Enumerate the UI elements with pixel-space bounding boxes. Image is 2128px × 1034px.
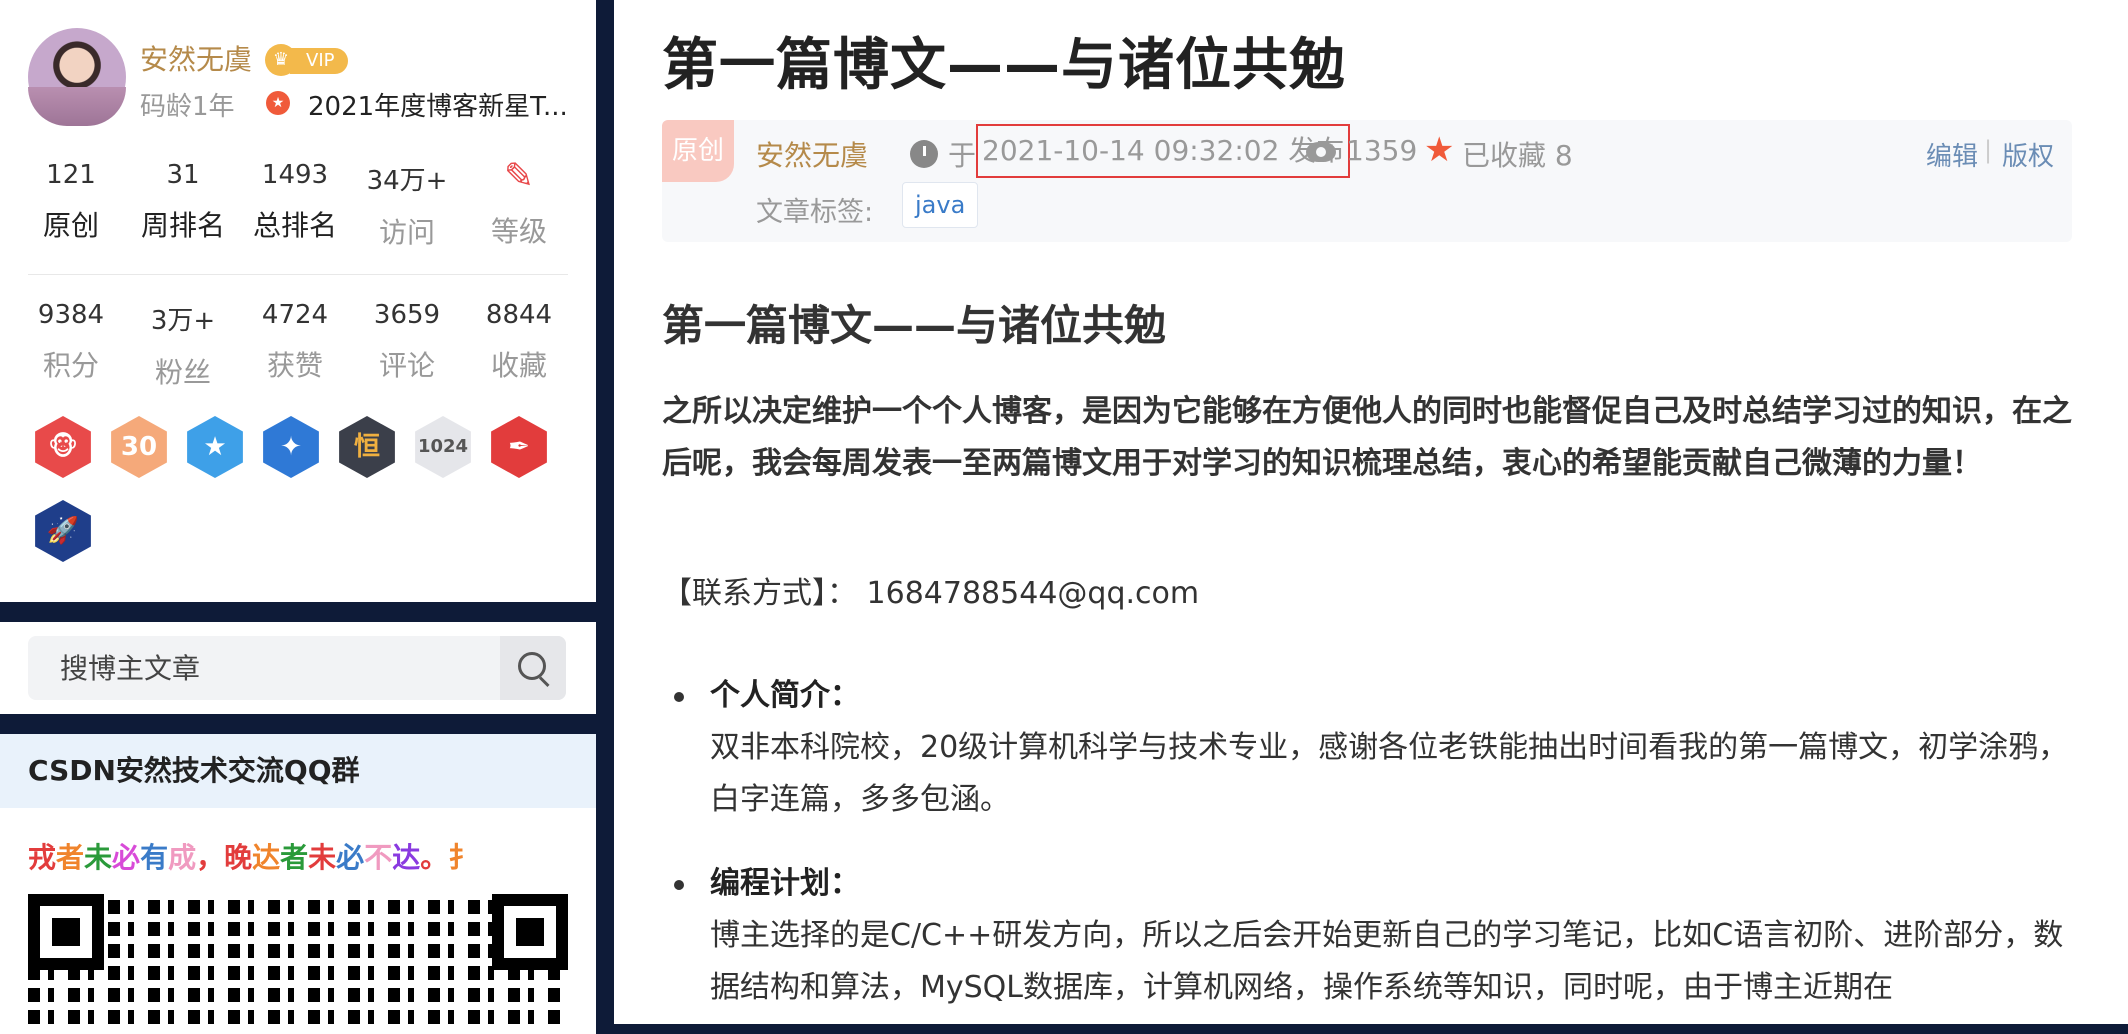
section-body: 博主选择的是C/C++研发方向，所以之后会开始更新自己的学习笔记，比如C语言初阶… — [710, 918, 2064, 1005]
stat-label: 访问 — [378, 216, 435, 249]
copyright-link[interactable]: 版权 — [2002, 136, 2054, 173]
section-body: 双非本科院校，20级计算机科学与技术专业，感谢各位老铁能抽出时间看我的第一篇博文… — [710, 730, 2069, 817]
slogan-char: 有 — [140, 841, 169, 874]
article-meta-bar: 原创 安然无虞 于 2021-10-14 09:32:02 发布 1359 ★ … — [662, 120, 2072, 242]
slogan-char: 达 — [252, 841, 281, 874]
qq-group-title: CSDN安然技术交流QQ群 — [0, 734, 596, 808]
published-prefix: 于 — [948, 139, 977, 172]
edit-link[interactable]: 编辑 — [1926, 136, 1978, 173]
tag-java[interactable]: java — [902, 182, 979, 228]
search-icon — [518, 652, 546, 680]
creator-badge-icon[interactable]: ✦ — [263, 416, 319, 478]
slogan-char: 达 — [392, 841, 421, 874]
stat-value: 3万+ — [150, 306, 216, 336]
avatar[interactable] — [28, 28, 126, 126]
search-button[interactable] — [500, 636, 566, 700]
slogan-char: 成 — [168, 841, 197, 874]
30-badge-icon[interactable]: 30 — [111, 416, 167, 478]
slogan-char: ， — [196, 841, 225, 874]
search-input[interactable] — [28, 636, 566, 700]
stat-likes[interactable]: 4724 获赞 — [240, 300, 350, 384]
qr-code — [28, 894, 568, 1024]
stat-fans[interactable]: 3万+ 粉丝 — [128, 300, 238, 391]
code-age: 码龄1年 — [140, 92, 235, 122]
stat-label: 原创 — [42, 209, 99, 242]
star-badge-icon[interactable]: ★ — [187, 416, 243, 478]
tags-label: 文章标签: — [756, 197, 874, 228]
stat-weekly-rank[interactable]: 31 周排名 — [128, 160, 238, 244]
stat-label: 等级 — [490, 215, 547, 248]
slogan-char: 不 — [364, 841, 393, 874]
slogan-char: 者 — [280, 841, 309, 874]
slogan-char: 。 — [420, 841, 449, 874]
search-card — [0, 622, 596, 714]
article-title: 第一篇博文——与诸位共勉 — [662, 33, 1346, 98]
view-count: 1359 — [1346, 134, 1418, 167]
profile-card: 安然无虞 ♛ VIP 码龄1年 ★ 2021年度博客新星T... 121 原创 … — [0, 0, 596, 602]
stat-label: 粉丝 — [154, 356, 211, 389]
slogan-marquee: 戎者未必有成，晚达者未必不达。扌 — [28, 836, 568, 876]
blog-star-icon: ★ — [266, 91, 290, 115]
slogan-char: 未 — [84, 841, 113, 874]
contact-line: 【联系方式】： 1684788544@qq.com — [662, 576, 1200, 611]
stat-comments[interactable]: 3659 评论 — [352, 300, 462, 384]
stat-label: 积分 — [42, 349, 99, 382]
vip-badge[interactable]: VIP — [290, 48, 349, 74]
stat-visits[interactable]: 34万+ 访问 — [352, 160, 462, 251]
honor-title[interactable]: 2021年度博客新星T... — [308, 86, 568, 123]
stat-value: 8844 — [485, 300, 553, 330]
stat-label: 获赞 — [266, 349, 323, 382]
monkey-badge-icon[interactable]: 🐵 — [35, 416, 91, 478]
stat-label: 总排名 — [252, 209, 337, 242]
slogan-char: 者 — [56, 841, 85, 874]
slogan-char: 未 — [308, 841, 337, 874]
article-panel: 第一篇博文——与诸位共勉 原创 安然无虞 于 2021-10-14 09:32:… — [614, 0, 2128, 1024]
stat-value: 3659 — [373, 300, 441, 330]
level-icon: ✎ — [503, 156, 535, 197]
stat-value: 1493 — [261, 160, 329, 190]
stat-value: 34万+ — [366, 166, 448, 196]
slogan-char: 扌 — [448, 841, 477, 874]
original-badge: 原创 — [662, 120, 734, 182]
section-head: 个人简介： — [710, 678, 860, 713]
stat-value: 9384 — [37, 300, 105, 330]
rocket-badge-icon[interactable]: 🚀 — [35, 500, 91, 562]
stat-value: 31 — [166, 160, 200, 190]
profile-username[interactable]: 安然无虞 — [140, 38, 252, 78]
stat-value: 121 — [46, 160, 96, 190]
slogan-char: 晚 — [224, 841, 253, 874]
eye-icon — [1306, 142, 1336, 162]
1024-badge-icon[interactable]: 1024 — [415, 416, 471, 478]
stat-label: 评论 — [378, 349, 435, 382]
persist-badge-icon[interactable]: 恒 — [339, 416, 395, 478]
stat-favorites[interactable]: 8844 收藏 — [464, 300, 574, 384]
stat-level[interactable]: ✎ 等级 — [464, 156, 574, 250]
pen-badge-icon[interactable]: ✒ — [491, 416, 547, 478]
section-head: 编程计划： — [710, 866, 860, 901]
author-link[interactable]: 安然无虞 — [756, 134, 868, 174]
stat-total-rank[interactable]: 1493 总排名 — [240, 160, 350, 244]
divider — [28, 274, 568, 275]
publish-time: 2021-10-14 09:32:02 发布 — [976, 124, 1351, 178]
article-heading: 第一篇博文——与诸位共勉 — [662, 301, 1167, 350]
stat-value: 4724 — [261, 300, 329, 330]
slogan-char: 必 — [112, 841, 141, 874]
favorite-count[interactable]: 已收藏 8 — [1462, 134, 1573, 174]
stat-points[interactable]: 9384 积分 — [16, 300, 126, 384]
qq-group-card: CSDN安然技术交流QQ群 戎者未必有成，晚达者未必不达。扌 — [0, 734, 596, 1034]
intro-paragraph: 之所以决定维护一个个人博客，是因为它能够在方便他人的同时也能督促自己及时总结学习… — [662, 394, 2072, 481]
stat-label: 收藏 — [490, 349, 547, 382]
link-separator: | — [1984, 136, 1993, 164]
favorite-star-icon[interactable]: ★ — [1424, 130, 1454, 170]
stat-label: 周排名 — [140, 209, 225, 242]
clock-icon — [910, 140, 938, 168]
slogan-char: 必 — [336, 841, 365, 874]
slogan-char: 戎 — [28, 841, 57, 874]
stat-original[interactable]: 121 原创 — [16, 160, 126, 244]
